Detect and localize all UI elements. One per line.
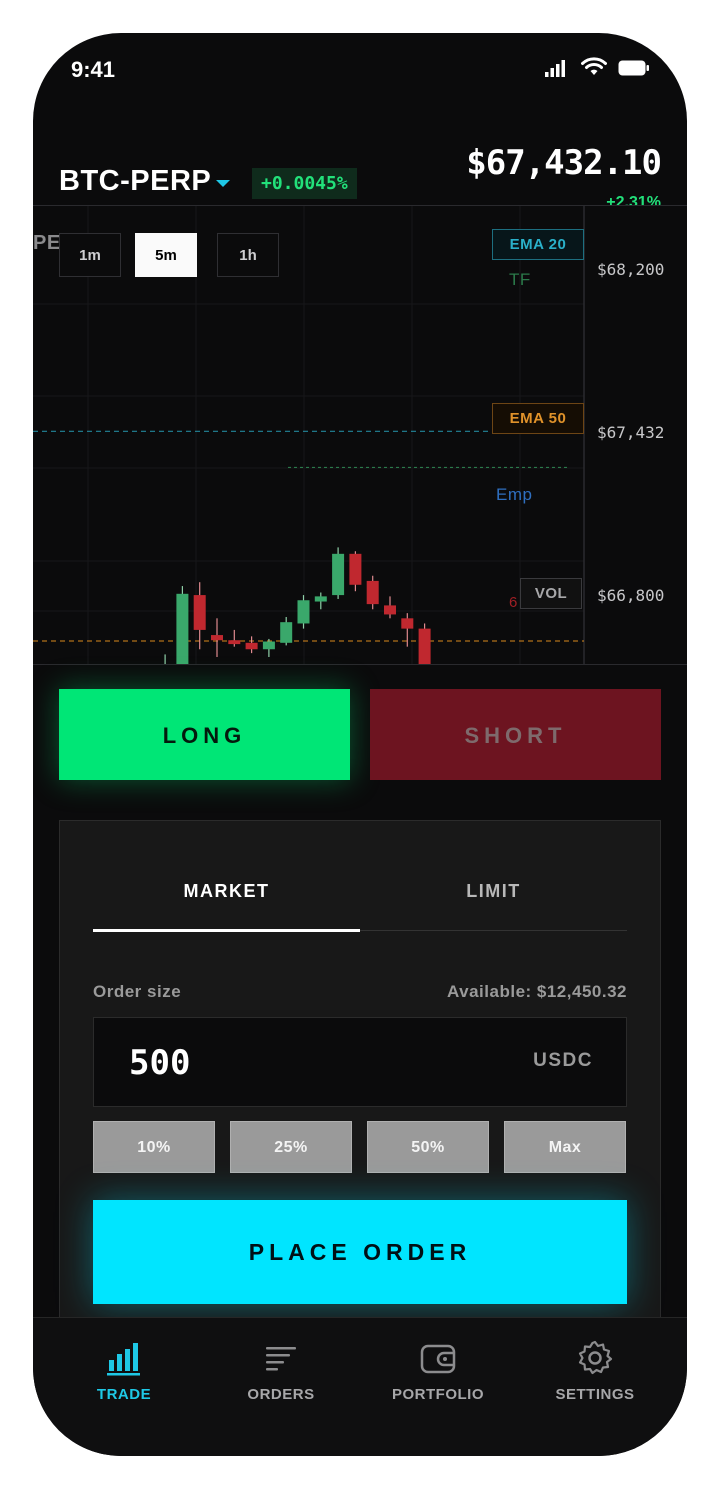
short-button[interactable]: SHORT [370,689,661,780]
nav-orders[interactable]: ORDERS [203,1318,359,1418]
preset-50-button[interactable]: 50% [367,1121,489,1173]
candle-body [332,553,345,596]
candle-body [228,640,241,645]
active-tab-indicator [93,929,360,932]
phone-screen: 9:41 BTC-PERP +0.0045% $67,432.10 +2.31%… [33,33,687,1456]
timeframe-5m[interactable]: 5m [135,233,197,277]
candle-body [193,595,206,630]
entry-tag: Emp [496,485,533,504]
order-size-input[interactable] [127,1042,431,1084]
funding-rate-badge: +0.0045% [252,168,357,199]
nav-orders-label: ORDERS [247,1386,315,1403]
price-chart[interactable]: PE 1m 5m 1h EMA 20 TF EMA 50 Emp VOL 6 $… [33,205,687,665]
wifi-icon [581,57,607,75]
nav-trade-label: TRADE [96,1386,152,1403]
candle-body [314,596,327,602]
chevron-down-icon[interactable] [215,179,231,189]
candle-body [297,600,310,624]
timeframe-1h[interactable]: 1h [217,233,279,277]
preset-10-button[interactable]: 10% [93,1121,215,1173]
y-axis-label: $67,432 [597,423,665,442]
order-size-label: Order size [93,982,182,1001]
candle-body [384,605,396,615]
gear-icon [578,1340,613,1375]
timeframe-1m[interactable]: 1m [59,233,121,277]
bar-chart-icon [107,1343,140,1376]
last-price: $67,432.10 [466,143,662,183]
market-pair[interactable]: BTC-PERP [59,165,211,198]
nav-portfolio-label: PORTFOLIO [392,1386,484,1403]
cut-indicator-label: PE [33,232,61,254]
tab-limit[interactable]: LIMIT [360,821,627,931]
take-profit-tag: TF [509,270,531,289]
y-axis-label: $68,200 [597,260,665,279]
candle-body [280,622,293,643]
nav-trade[interactable]: TRADE [46,1318,202,1418]
preset-max-button[interactable]: Max [504,1121,626,1173]
order-size-unit: USDC [533,1050,593,1071]
signal-icon [545,60,565,77]
bottom-nav: TRADE ORDERS PORTFOLIO SETTINGS [33,1317,687,1456]
available-balance: Available: $12,450.32 [447,982,627,1001]
volume-toggle[interactable]: VOL [520,578,582,609]
preset-25-button[interactable]: 25% [230,1121,352,1173]
candle-body [401,618,414,629]
candle-body [262,641,275,650]
place-order-button[interactable]: PLACE ORDER [93,1200,627,1304]
nav-portfolio[interactable]: PORTFOLIO [360,1318,516,1418]
nav-settings[interactable]: SETTINGS [517,1318,673,1418]
list-lines-icon [266,1347,296,1371]
candle-body [245,642,258,650]
candle-body [349,553,362,585]
ema50-tag: EMA 50 [492,403,584,434]
tab-market[interactable]: MARKET [93,821,360,931]
order-size-field[interactable]: USDC [93,1017,627,1107]
ema20-tag: EMA 20 [492,229,584,260]
candle-body [418,628,431,664]
long-button[interactable]: LONG [59,689,350,780]
wallet-icon [420,1344,456,1374]
candle-body [176,593,189,664]
battery-icon [618,60,649,76]
status-time: 9:41 [71,57,116,82]
status-bar: 9:41 [33,33,687,113]
stop-loss-tag: 6 [509,594,518,611]
candle-body [211,635,223,641]
y-axis-label: $66,800 [597,586,665,605]
nav-settings-label: SETTINGS [555,1386,635,1403]
candle-body [366,580,379,605]
order-panel: MARKET LIMIT Order size Available: $12,4… [59,820,661,1340]
candlestick-plot [33,206,585,664]
